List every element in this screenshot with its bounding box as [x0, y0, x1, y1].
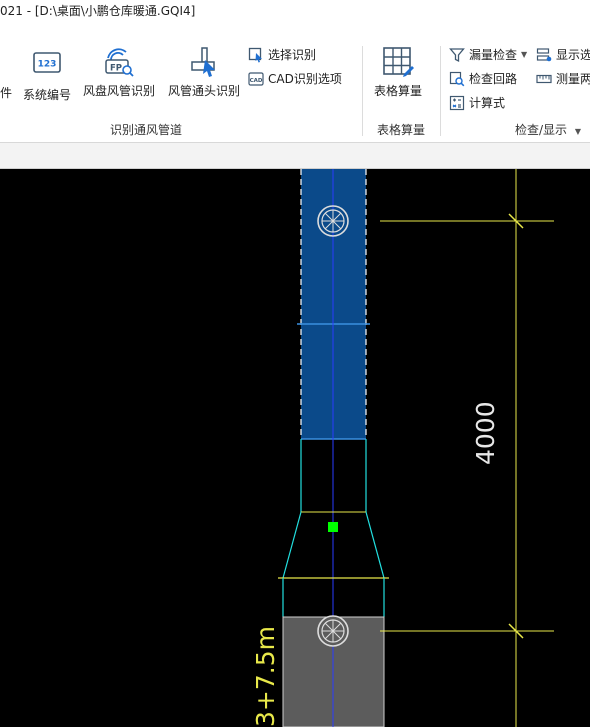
partial-left-label: 件 [0, 86, 13, 100]
select-identify-icon [248, 47, 262, 62]
group-label-identify: 识别通风管道 [110, 123, 183, 137]
diffuser-icon[interactable] [317, 205, 349, 237]
calc-formula-label: 计算式 [469, 96, 506, 110]
show-options-button[interactable]: 显示选 [536, 46, 590, 63]
duct-fitting-identify-button[interactable]: 风管通头识别 [166, 46, 242, 99]
ruler-icon [536, 74, 552, 83]
ribbon-separator [440, 46, 441, 136]
check-loop-button[interactable]: 检查回路 [449, 70, 517, 87]
calc-formula-button[interactable]: 计算式 [449, 94, 505, 111]
table-calc-button[interactable]: 表格算量 [370, 46, 426, 99]
check-loop-label: 检查回路 [469, 72, 518, 86]
cad-drawing[interactable]: 4000 3+7.5m [0, 169, 590, 727]
group-label-check: 检查/显示 ▼ [515, 121, 581, 138]
ribbon-separator [362, 46, 363, 136]
group-label-check-text: 检查/显示 [515, 123, 568, 137]
cad-identify-options-label: CAD识别选项 [268, 72, 342, 86]
diffuser-icon[interactable] [317, 615, 349, 647]
svg-text:123: 123 [38, 60, 57, 70]
leak-check-label: 漏量检查 [469, 48, 518, 62]
transition-left [282, 511, 302, 579]
funnel-icon [449, 47, 465, 62]
toolbar-strip [0, 143, 590, 169]
dimension-value: 4000 [471, 401, 500, 465]
fan-coil-identify-button[interactable]: FP 风盘风管识别 [80, 46, 158, 99]
svg-text:FP: FP [110, 64, 122, 74]
dimension-line[interactable] [380, 169, 554, 727]
table-calc-label: 表格算量 [373, 84, 422, 98]
system-number-button[interactable]: 123 系统编号 [20, 50, 74, 103]
number-123-icon: 123 [33, 52, 61, 73]
cad-canvas[interactable]: 4000 3+7.5m [0, 169, 590, 727]
select-identify-label: 选择识别 [268, 48, 317, 62]
title-bar: 021 - [D:\桌面\小鹏仓库暖通.GQI4] [0, 0, 590, 24]
table-grid-icon [383, 47, 414, 77]
cad-options-icon: CAD [248, 71, 264, 86]
ribbon: 件 123 系统编号 FP 风盘风管识别 风管通头识别 选择识别 CAD CAD… [0, 38, 590, 143]
grip-point[interactable] [328, 522, 338, 532]
fan-coil-identify-label: 风盘风管识别 [82, 84, 155, 98]
calc-formula-icon [449, 95, 465, 110]
show-options-label: 显示选 [556, 48, 590, 62]
measure-button[interactable]: 测量两 [536, 70, 590, 87]
svg-text:CAD: CAD [250, 78, 263, 84]
check-loop-icon [449, 71, 465, 86]
duct-fitting-icon [191, 47, 215, 77]
transition-right [365, 511, 385, 579]
leak-check-button[interactable]: 漏量检查 ▼ [449, 46, 527, 63]
elevation-label: 3+7.5m [251, 626, 280, 727]
cad-identify-options-button[interactable]: CAD CAD识别选项 [248, 70, 342, 87]
fan-coil-identify-icon: FP [105, 48, 134, 77]
window-title: 021 - [D:\桌面\小鹏仓库暖通.GQI4] [0, 4, 196, 18]
partial-left-button[interactable]: 件 [0, 84, 12, 101]
show-options-icon [536, 47, 552, 61]
measure-label: 测量两 [556, 72, 590, 86]
duct-fitting-identify-label: 风管通头识别 [167, 84, 240, 98]
select-identify-button[interactable]: 选择识别 [248, 46, 316, 63]
group-label-table: 表格算量 [377, 123, 426, 137]
dropdown-arrow-icon[interactable]: ▼ [521, 50, 527, 59]
system-number-label: 系统编号 [22, 88, 71, 102]
group-expand-icon[interactable]: ▼ [575, 127, 581, 136]
